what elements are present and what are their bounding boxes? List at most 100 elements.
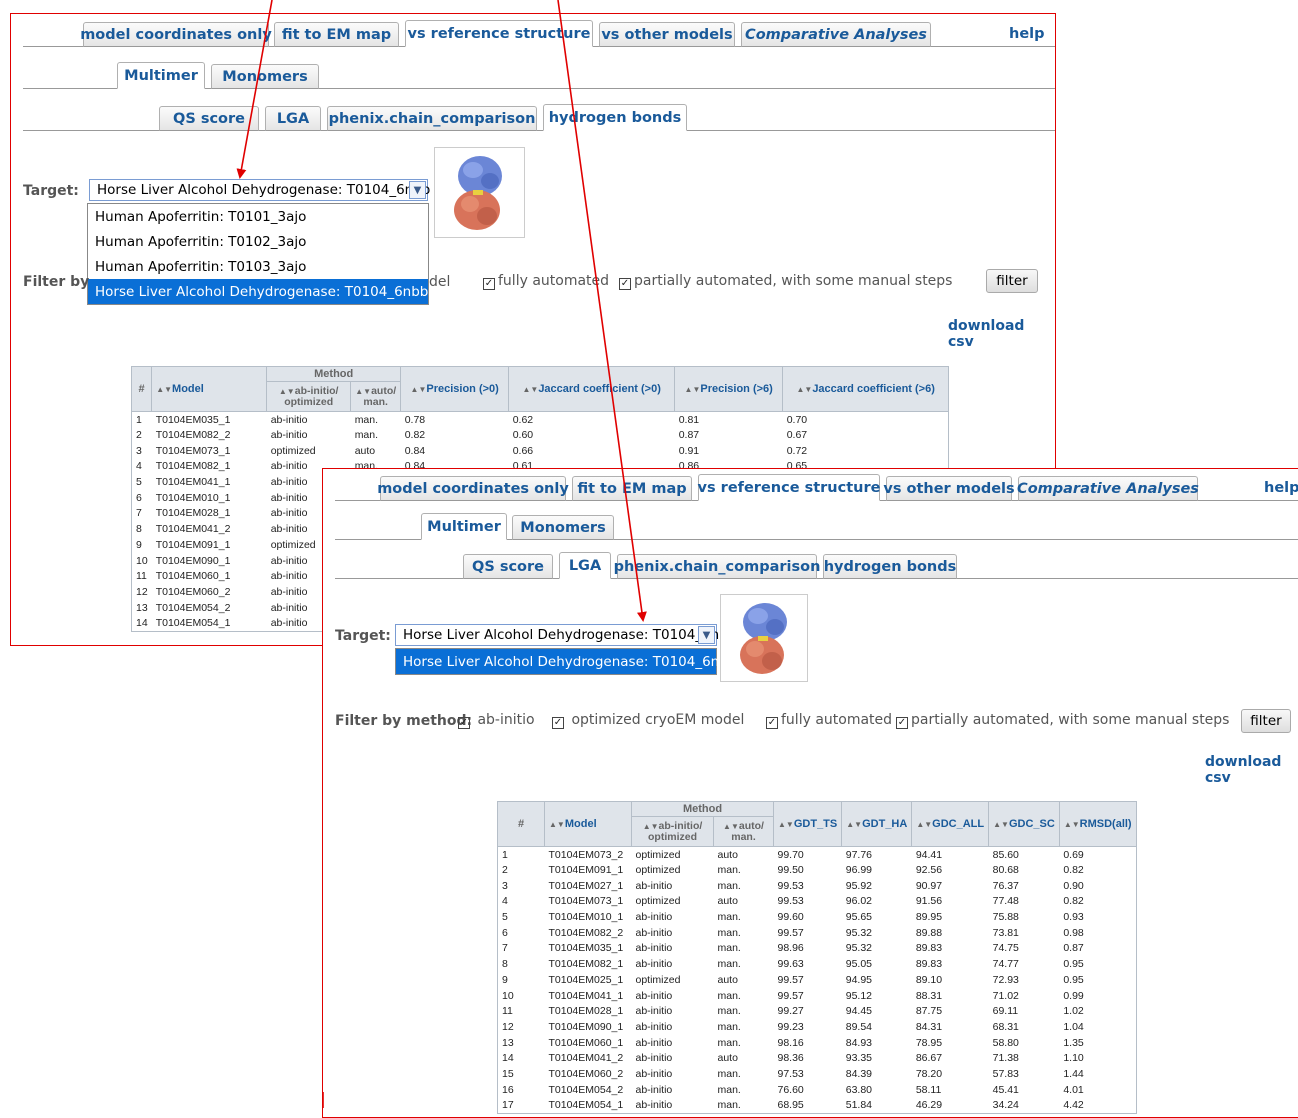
- table-cell: T0104EM010_1: [155, 491, 231, 504]
- col-gdt-ha[interactable]: ▲▼GDT_HA: [841, 801, 913, 847]
- table-row: 3 T0104EM027_1 ab-initio man. 99.53 95.92 90.9…: [498, 878, 1137, 894]
- chevron-down-icon[interactable]: ▼: [698, 626, 715, 644]
- tab-lga[interactable]: LGA: [559, 552, 611, 579]
- filter-button[interactable]: filter: [1241, 709, 1291, 733]
- table-cell: 8: [136, 523, 142, 536]
- download-csv-link[interactable]: download csv: [948, 318, 1055, 350]
- table-cell: T0104EM041_1: [155, 476, 231, 489]
- col-jaccard-6[interactable]: ▲▼Jaccard coefficient (>6): [782, 366, 950, 412]
- table-row: 1 T0104EM035_1 ab-initio man. 0.78 0.62 0.81 0.…: [132, 412, 949, 428]
- table-cell: T0104EM028_1: [548, 1005, 624, 1018]
- table-cell: 0.67: [786, 429, 808, 442]
- check-icon[interactable]: ✓: [552, 717, 564, 729]
- tab-fit-to-em-map[interactable]: fit to EM map: [274, 22, 399, 47]
- table-cell: 94.45: [845, 1005, 873, 1018]
- tab-hydrogen-bonds[interactable]: hydrogen bonds: [823, 554, 957, 579]
- table-row: 12 T0104EM090_1 ab-initio man. 99.23 89.54 84.…: [498, 1019, 1137, 1035]
- col-gdc-all[interactable]: ▲▼GDC_ALL: [911, 801, 990, 847]
- checkbox-partially-automated[interactable]: ✓ partially automated, with some manual s…: [619, 273, 952, 290]
- col-rmsd-all[interactable]: ▲▼RMSD(all): [1058, 801, 1137, 847]
- target-select[interactable]: Horse Liver Alcohol Dehydrogenase: T0104…: [89, 179, 431, 201]
- col-gdc-sc[interactable]: ▲▼GDC_SC: [988, 801, 1060, 847]
- target-select-value: Horse Liver Alcohol Dehydrogenase: T0104…: [97, 182, 431, 198]
- col-precision-6[interactable]: ▲▼Precision (>6): [674, 366, 784, 412]
- col-auto[interactable]: ▲▼auto/ man.: [350, 381, 402, 412]
- col-abinitio[interactable]: ▲▼ab-initio/ optimized: [266, 381, 352, 412]
- checkbox-optimized[interactable]: ✓ optimized cryoEM model: [552, 712, 744, 729]
- tab-model-coordinates[interactable]: model coordinates only: [80, 22, 272, 47]
- check-icon[interactable]: ✓: [766, 717, 778, 729]
- col-model[interactable]: ▲▼Model: [151, 366, 268, 412]
- table-cell: 5: [502, 911, 508, 924]
- table-cell: T0104EM054_1: [548, 1099, 624, 1112]
- dropdown-option[interactable]: Human Apoferritin: T0103_3ajo: [88, 254, 428, 279]
- table-cell: 89.95: [915, 911, 943, 924]
- tab-lga[interactable]: LGA: [265, 106, 321, 131]
- table-cell: 84.31: [915, 1020, 943, 1033]
- tab-qs-score[interactable]: QS score: [463, 554, 553, 579]
- download-csv-link[interactable]: download csv: [1205, 754, 1298, 786]
- check-icon[interactable]: ✓: [896, 717, 908, 729]
- lga-panel: model coordinates only fit to EM map vs …: [322, 468, 1298, 1118]
- table-cell: 0.98: [1063, 926, 1084, 939]
- dropdown-option[interactable]: Human Apoferritin: T0102_3ajo: [88, 229, 428, 254]
- col-jaccard-0[interactable]: ▲▼Jaccard coefficient (>0): [508, 366, 676, 412]
- table-cell: 14: [502, 1052, 514, 1065]
- help-link[interactable]: help: [1009, 26, 1045, 42]
- table-cell: T0104EM060_1: [155, 570, 231, 583]
- analysis-tab-bar: QS score LGA phenix.chain_comparison hyd…: [23, 103, 1055, 131]
- tab-vs-other-models[interactable]: vs other models: [599, 22, 735, 47]
- table-cell: 99.70: [777, 848, 804, 861]
- tab-hydrogen-bonds[interactable]: hydrogen bonds: [543, 104, 687, 131]
- dropdown-option-selected[interactable]: Horse Liver Alcohol Dehydrogenase: T0104…: [396, 649, 736, 674]
- col-model[interactable]: ▲▼Model: [544, 801, 632, 847]
- dropdown-option-selected[interactable]: Horse Liver Alcohol Dehydrogenase: T0104…: [88, 279, 428, 304]
- checkbox-fully-automated[interactable]: ✓ fully automated: [766, 712, 892, 729]
- chevron-down-icon[interactable]: ▼: [409, 181, 426, 199]
- filter-button[interactable]: filter: [986, 269, 1038, 293]
- col-precision-0[interactable]: ▲▼Precision (>0): [400, 366, 510, 412]
- table-cell: 74.75: [992, 942, 1019, 955]
- tab-vs-other-models[interactable]: vs other models: [883, 476, 1015, 501]
- table-cell: man.: [717, 1099, 741, 1112]
- table-cell: T0104EM073_2: [548, 848, 624, 861]
- tab-multimer[interactable]: Multimer: [421, 513, 507, 540]
- table-row: 16 T0104EM054_2 ab-initio man. 76.60 63.80 58.…: [498, 1082, 1137, 1098]
- tab-phenix-chain-comparison[interactable]: phenix.chain_comparison: [327, 106, 537, 131]
- check-icon[interactable]: ✓: [458, 717, 470, 729]
- table-cell: 99.57: [777, 973, 804, 986]
- table-cell: ab-initio: [635, 958, 673, 971]
- help-link[interactable]: help: [1264, 480, 1298, 496]
- tab-monomers[interactable]: Monomers: [512, 515, 614, 540]
- tab-vs-reference-structure[interactable]: vs reference structure: [405, 20, 593, 47]
- checkbox-ab-initio[interactable]: ✓ ab-initio: [458, 712, 535, 729]
- tab-vs-reference-structure[interactable]: vs reference structure: [698, 474, 880, 501]
- check-icon[interactable]: ✓: [483, 278, 495, 290]
- col-auto[interactable]: ▲▼auto/ man.: [713, 816, 774, 847]
- table-row: 13 T0104EM060_1 ab-initio man. 98.16 84.93 78.…: [498, 1035, 1137, 1051]
- table-cell: man.: [354, 413, 379, 426]
- table-cell: 1: [502, 848, 508, 861]
- filter-label: Filter by: [23, 274, 90, 290]
- table-cell: 95.92: [845, 879, 873, 892]
- tab-model-coordinates[interactable]: model coordinates only: [377, 476, 569, 501]
- tab-qs-score[interactable]: QS score: [159, 106, 259, 131]
- table-cell: 99.57: [777, 989, 804, 1002]
- tab-phenix-chain-comparison[interactable]: phenix.chain_comparison: [614, 554, 820, 579]
- tab-comparative-analyses[interactable]: Comparative Analyses: [741, 22, 931, 47]
- tab-monomers[interactable]: Monomers: [211, 64, 319, 89]
- check-icon[interactable]: ✓: [619, 278, 631, 290]
- table-cell: 91.56: [915, 895, 943, 908]
- tab-fit-to-em-map[interactable]: fit to EM map: [572, 476, 692, 501]
- checkbox-fully-automated[interactable]: ✓ fully automated: [483, 273, 609, 290]
- col-gdt-ts[interactable]: ▲▼GDT_TS: [772, 801, 843, 847]
- table-cell: 95.65: [845, 911, 873, 924]
- target-select[interactable]: Horse Liver Alcohol Dehydrogenase: T0104…: [395, 624, 736, 646]
- col-abinitio[interactable]: ▲▼ab-initio/ optimized: [631, 816, 714, 847]
- table-cell: 78.20: [915, 1067, 943, 1080]
- table-cell: 78.95: [915, 1036, 943, 1049]
- checkbox-partially-automated[interactable]: ✓ partially automated, with some manual s…: [896, 712, 1229, 729]
- tab-multimer[interactable]: Multimer: [117, 62, 205, 89]
- tab-comparative-analyses[interactable]: Comparative Analyses: [1017, 476, 1199, 501]
- dropdown-option[interactable]: Human Apoferritin: T0101_3ajo: [88, 204, 428, 229]
